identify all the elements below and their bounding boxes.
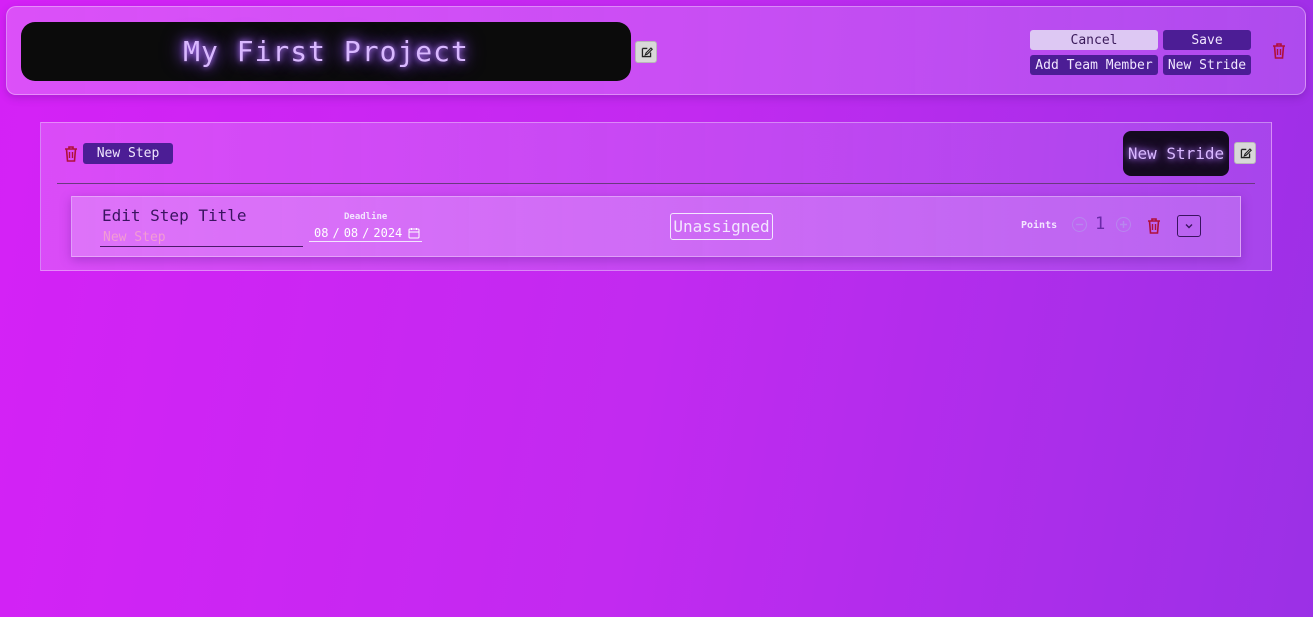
chevron-down-icon: [1185, 224, 1193, 229]
expand-step-button[interactable]: [1177, 215, 1201, 237]
deadline-label: Deadline: [344, 212, 388, 222]
points-value: 1: [1095, 214, 1106, 234]
decrement-points-button[interactable]: [1072, 217, 1087, 232]
delete-step-icon[interactable]: [1146, 217, 1162, 235]
stride-divider: [57, 183, 1255, 184]
stride-panel: New Step New Stride Edit Step Title Dead…: [40, 122, 1272, 271]
project-title-box[interactable]: My First Project: [21, 22, 631, 81]
date-separator: /: [362, 226, 370, 240]
delete-stride-icon[interactable]: [63, 145, 79, 163]
edit-icon: [641, 46, 653, 57]
add-team-member-button[interactable]: Add Team Member: [1030, 55, 1158, 75]
stride-title[interactable]: New Stride: [1123, 131, 1229, 176]
project-header: My First Project Cancel Save Add Team Me…: [6, 6, 1306, 95]
increment-points-button[interactable]: [1116, 217, 1131, 232]
assignee-select[interactable]: Unassigned: [670, 213, 773, 240]
edit-project-title-button[interactable]: [635, 41, 657, 63]
save-button[interactable]: Save: [1163, 30, 1251, 50]
step-title-input[interactable]: [100, 228, 303, 247]
step-card: Edit Step Title Deadline 08 / 08 / 2024 …: [71, 196, 1241, 257]
date-separator: /: [332, 226, 340, 240]
project-title: My First Project: [183, 35, 469, 68]
edit-icon: [1240, 147, 1252, 158]
edit-stride-title-button[interactable]: [1234, 142, 1256, 164]
calendar-icon[interactable]: [408, 227, 420, 239]
plus-circle-icon: [1120, 221, 1127, 228]
new-stride-button[interactable]: New Stride: [1163, 55, 1251, 75]
step-title-label: Edit Step Title: [102, 206, 247, 225]
minus-circle-icon: [1076, 223, 1083, 226]
deadline-date-input[interactable]: 08 / 08 / 2024: [309, 225, 422, 242]
deadline-day[interactable]: 08: [344, 226, 358, 240]
deadline-month[interactable]: 08: [314, 226, 328, 240]
points-label: Points: [1021, 220, 1058, 231]
cancel-button[interactable]: Cancel: [1030, 30, 1158, 50]
deadline-year[interactable]: 2024: [373, 226, 402, 240]
new-step-button[interactable]: New Step: [83, 143, 173, 164]
delete-project-icon[interactable]: [1271, 42, 1287, 60]
